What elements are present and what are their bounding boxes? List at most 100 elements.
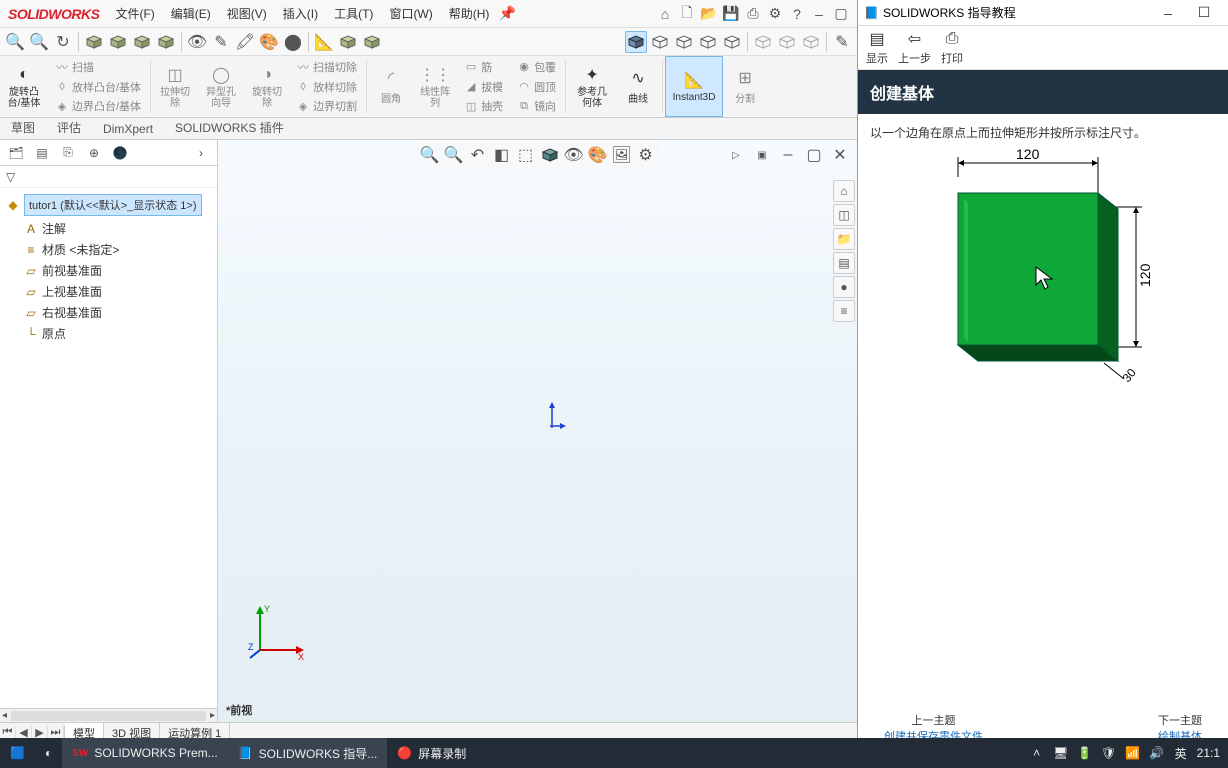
mirror-button[interactable]: ⧉镜向	[514, 97, 559, 115]
panel-scrollbar[interactable]: ◂ ▸	[0, 708, 217, 722]
battery-icon[interactable]: 🔋	[1077, 745, 1093, 761]
extrude-cut-button[interactable]: ◫ 拉伸切除	[153, 56, 197, 117]
appearance-icon[interactable]: ⬤	[282, 31, 304, 53]
zoom-icon[interactable]: 🔍	[4, 31, 26, 53]
hole-wizard-button[interactable]: ◯ 异型孔向导	[197, 56, 245, 117]
loft-button[interactable]: ◊放样凸台/基体	[52, 78, 144, 96]
menu-tools[interactable]: 工具(T)	[326, 1, 381, 26]
pencil-icon[interactable]: ✎	[831, 31, 853, 53]
tree-front-plane[interactable]: ▱ 前视基准面	[4, 260, 213, 281]
restore-icon[interactable]: ▢	[803, 144, 825, 166]
menu-file[interactable]: 文件(F)	[107, 1, 162, 26]
print-icon[interactable]: ⎙	[743, 4, 763, 24]
curves-button[interactable]: ∿ 曲线	[616, 56, 660, 117]
help-print-button[interactable]: ⎙ 打印	[941, 29, 963, 66]
view-settings-icon[interactable]: ⚙	[635, 144, 657, 166]
pencil-icon[interactable]: ✎	[210, 31, 232, 53]
display-style-icon[interactable]	[539, 144, 561, 166]
pin-icon[interactable]: 📌	[497, 4, 517, 24]
close-icon[interactable]: ✕	[829, 144, 851, 166]
dimxpert-tab-icon[interactable]: ⊕	[82, 142, 106, 164]
options-icon[interactable]: ⚙	[765, 4, 785, 24]
home-icon[interactable]: ⌂	[655, 4, 675, 24]
view-orientation-icon[interactable]: ⬚	[515, 144, 537, 166]
menu-edit[interactable]: 编辑(E)	[163, 1, 219, 26]
instant3d-button[interactable]: 📐 Instant3D	[665, 56, 723, 117]
cube-icon[interactable]	[83, 31, 105, 53]
refresh-icon[interactable]: ↻	[52, 31, 74, 53]
measure-icon[interactable]: 📐	[313, 31, 335, 53]
taskbar-solidworks[interactable]: SW SOLIDWORKS Prem...	[62, 738, 227, 768]
monitor-icon[interactable]: 🖥	[1053, 745, 1069, 761]
eye-icon[interactable]: 👁	[186, 31, 208, 53]
menu-help[interactable]: 帮助(H)	[441, 1, 498, 26]
appearance-tab-icon[interactable]: 🌑	[108, 142, 132, 164]
feature-tree-tab-icon[interactable]: 🗂	[4, 142, 28, 164]
zoom-fit-icon[interactable]: 🔍	[419, 144, 441, 166]
resources-tab-icon[interactable]: ◫	[833, 204, 855, 226]
menu-window[interactable]: 窗口(W)	[381, 1, 440, 26]
color-icon[interactable]: 🎨	[258, 31, 280, 53]
view-style-icon[interactable]	[776, 31, 798, 53]
dome-button[interactable]: ◠圆顶	[514, 78, 559, 96]
cube-icon[interactable]	[337, 31, 359, 53]
maximize-icon[interactable]: ☐	[1186, 4, 1222, 21]
fillet-button[interactable]: ◜ 圆角	[369, 56, 413, 117]
properties-tab-icon[interactable]: ≡	[833, 300, 855, 322]
appearances-tab-icon[interactable]: ●	[833, 276, 855, 298]
minimize-icon[interactable]: –	[809, 4, 829, 24]
pattern-button[interactable]: ⋮⋮ 线性阵列	[413, 56, 457, 117]
tree-top-plane[interactable]: ▱ 上视基准面	[4, 281, 213, 302]
view-style-icon[interactable]	[721, 31, 743, 53]
tree-material[interactable]: ≡ 材质 <未指定>	[4, 239, 213, 260]
filter-bar[interactable]: ▽	[0, 166, 217, 188]
appearance-icon[interactable]: 🎨	[587, 144, 609, 166]
boundary-button[interactable]: ◈边界凸台/基体	[52, 97, 144, 115]
play-icon[interactable]: ▷	[725, 144, 747, 166]
wifi-icon[interactable]: 📶	[1125, 745, 1141, 761]
wrap-button[interactable]: ◉包覆	[514, 58, 559, 76]
help-show-button[interactable]: ▤ 显示	[866, 29, 888, 66]
taskbar-app-icon[interactable]: ◐	[35, 738, 62, 768]
property-tab-icon[interactable]: ▤	[30, 142, 54, 164]
view-style-icon[interactable]	[800, 31, 822, 53]
library-tab-icon[interactable]: 📁	[833, 228, 855, 250]
tab-addins[interactable]: SOLIDWORKS 插件	[164, 115, 295, 139]
boundary-cut-button[interactable]: ◈边界切割	[293, 97, 360, 115]
expand-icon[interactable]: ›	[189, 142, 213, 164]
tree-root[interactable]: ◆ tutor1 (默认<<默认>_显示状态 1>)	[4, 192, 213, 218]
reference-geometry-button[interactable]: ✦ 参考几何体	[568, 56, 616, 117]
shell-button[interactable]: ◫抽壳	[461, 97, 506, 115]
graphics-viewport[interactable]: 🔍 🔍 ↶ ◧ ⬚ 👁 🎨 🖼 ⚙ ▷ ▣ – ▢ ✕	[218, 140, 857, 722]
zoom-area-icon[interactable]: 🔍	[28, 31, 50, 53]
stop-icon[interactable]: ▣	[751, 144, 773, 166]
tree-annotations[interactable]: A 注解	[4, 218, 213, 239]
zoom-area-icon[interactable]: 🔍	[443, 144, 465, 166]
minimize-icon[interactable]: –	[1150, 5, 1186, 21]
tab-sketch[interactable]: 草图	[0, 115, 46, 139]
rib-button[interactable]: ▭筋	[461, 58, 506, 76]
section-icon[interactable]: ◧	[491, 144, 513, 166]
ime-indicator[interactable]: 英	[1173, 745, 1189, 761]
sweep-cut-button[interactable]: 〰扫描切除	[293, 58, 360, 76]
revolve-cut-button[interactable]: ◑ 旋转切除	[245, 56, 289, 117]
cube-icon[interactable]	[107, 31, 129, 53]
save-icon[interactable]: 💾	[721, 4, 741, 24]
cube-icon[interactable]	[155, 31, 177, 53]
tree-origin[interactable]: └ 原点	[4, 323, 213, 344]
scene-icon[interactable]: 🖼	[611, 144, 633, 166]
minimize-icon[interactable]: –	[777, 144, 799, 166]
menu-view[interactable]: 视图(V)	[219, 1, 275, 26]
loft-cut-button[interactable]: ◊放样切除	[293, 78, 360, 96]
taskbar-tutorial[interactable]: 📘 SOLIDWORKS 指导...	[228, 738, 388, 768]
highlight-icon[interactable]: 🖍	[234, 31, 256, 53]
view-style-icon[interactable]	[649, 31, 671, 53]
open-icon[interactable]: 📂	[699, 4, 719, 24]
maximize-icon[interactable]: ▢	[831, 4, 851, 24]
shield-icon[interactable]: 🛡	[1101, 745, 1117, 761]
sweep-button[interactable]: 〰扫描	[52, 58, 144, 76]
menu-insert[interactable]: 插入(I)	[275, 1, 326, 26]
view-style-icon[interactable]	[752, 31, 774, 53]
taskbar-app-icon[interactable]: 🟦	[0, 738, 35, 768]
home-tab-icon[interactable]: ⌂	[833, 180, 855, 202]
